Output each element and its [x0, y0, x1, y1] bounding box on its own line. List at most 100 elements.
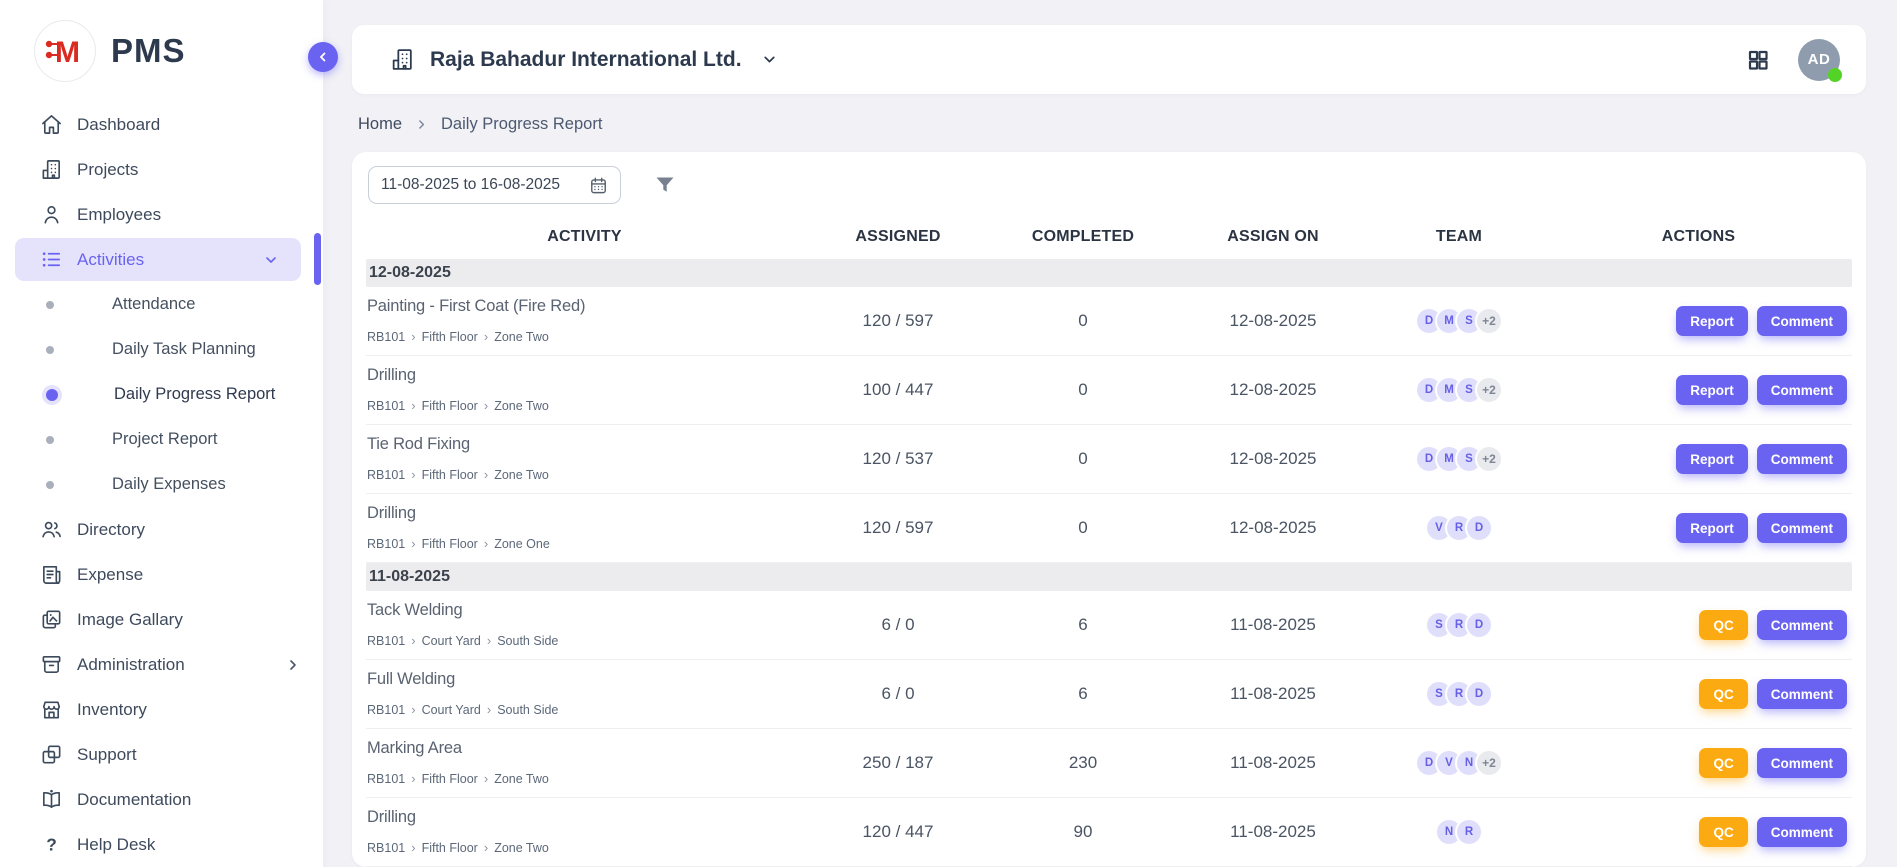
- sidebar-item-administration[interactable]: Administration: [0, 642, 323, 687]
- completed-cell: 0: [993, 518, 1173, 538]
- main-content: Raja Bahadur International Ltd. AD: [324, 0, 1897, 867]
- report-button[interactable]: Report: [1676, 513, 1748, 543]
- team-more-avatar[interactable]: +2: [1475, 445, 1503, 473]
- sidebar-subitem-daily-task-planning[interactable]: Daily Task Planning: [0, 327, 323, 372]
- team-avatar[interactable]: D: [1465, 514, 1493, 542]
- sidebar-item-image-gallary[interactable]: Image Gallary: [0, 597, 323, 642]
- actions-cell: Report Comment: [1545, 375, 1852, 405]
- path-segment: RB101: [367, 399, 405, 413]
- comment-button[interactable]: Comment: [1757, 679, 1847, 709]
- actions-cell: Report Comment: [1545, 513, 1852, 543]
- completed-cell: 0: [993, 311, 1173, 331]
- qc-button[interactable]: QC: [1699, 679, 1747, 709]
- path-segment: RB101: [367, 841, 405, 855]
- company-selector[interactable]: Raja Bahadur International Ltd.: [390, 47, 778, 72]
- sidebar-item-activities[interactable]: Activities: [15, 238, 301, 281]
- team-more-avatar[interactable]: +2: [1475, 749, 1503, 777]
- report-button[interactable]: Report: [1676, 306, 1748, 336]
- table-row: Tack WeldingRB101›Court Yard›South Side6…: [366, 591, 1852, 660]
- path-segment: Zone Two: [494, 468, 549, 482]
- activity-title: Tie Rod Fixing: [367, 435, 803, 454]
- apps-grid-button[interactable]: [1746, 48, 1770, 72]
- comment-button[interactable]: Comment: [1757, 375, 1847, 405]
- activity-title: Full Welding: [367, 670, 803, 689]
- user-avatar[interactable]: AD: [1798, 39, 1840, 81]
- team-cell: NR: [1373, 818, 1545, 846]
- company-name: Raja Bahadur International Ltd.: [430, 48, 742, 72]
- assigned-cell: 6 / 0: [803, 615, 993, 635]
- qc-button[interactable]: QC: [1699, 748, 1747, 778]
- qc-button[interactable]: QC: [1699, 817, 1747, 847]
- sidebar-subitem-daily-progress-report[interactable]: Daily Progress Report: [0, 372, 323, 417]
- assign-on-cell: 12-08-2025: [1173, 518, 1373, 538]
- sidebar-item-label: Activities: [77, 250, 144, 270]
- directory-icon: [40, 518, 63, 541]
- assign-on-cell: 11-08-2025: [1173, 753, 1373, 773]
- path-segment: South Side: [497, 703, 558, 717]
- path-separator-icon: ›: [487, 702, 491, 717]
- sidebar-item-documentation[interactable]: Documentation: [0, 777, 323, 822]
- breadcrumb-home[interactable]: Home: [358, 115, 402, 134]
- sidebar-item-label: Directory: [77, 520, 145, 540]
- comment-button[interactable]: Comment: [1757, 610, 1847, 640]
- report-button[interactable]: Report: [1676, 375, 1748, 405]
- sidebar-item-projects[interactable]: Projects: [0, 147, 323, 192]
- comment-button[interactable]: Comment: [1757, 817, 1847, 847]
- filter-button[interactable]: [653, 173, 677, 197]
- assign-on-cell: 12-08-2025: [1173, 449, 1373, 469]
- support-icon: [40, 743, 63, 766]
- sidebar-item-support[interactable]: Support: [0, 732, 323, 777]
- path-separator-icon: ›: [484, 536, 488, 551]
- comment-button[interactable]: Comment: [1757, 513, 1847, 543]
- team-avatar[interactable]: R: [1455, 818, 1483, 846]
- table-row: Tie Rod FixingRB101›Fifth Floor›Zone Two…: [366, 425, 1852, 494]
- column-header-activity: ACTIVITY: [366, 228, 803, 246]
- team-more-avatar[interactable]: +2: [1475, 307, 1503, 335]
- path-separator-icon: ›: [484, 467, 488, 482]
- path-separator-icon: ›: [484, 840, 488, 855]
- chevron-right-icon: [415, 118, 428, 131]
- assign-on-cell: 11-08-2025: [1173, 615, 1373, 635]
- comment-button[interactable]: Comment: [1757, 306, 1847, 336]
- path-segment: RB101: [367, 703, 405, 717]
- sidebar-item-dashboard[interactable]: Dashboard: [0, 102, 323, 147]
- team-avatar[interactable]: D: [1465, 611, 1493, 639]
- bullet-icon: [46, 346, 54, 354]
- sidebar-subitem-project-report[interactable]: Project Report: [0, 417, 323, 462]
- sidebar-item-help-desk[interactable]: ?Help Desk: [0, 822, 323, 867]
- sidebar-collapse-button[interactable]: [308, 42, 338, 72]
- sidebar-item-label: Administration: [77, 655, 185, 675]
- chevron-down-icon: [263, 252, 279, 268]
- comment-button[interactable]: Comment: [1757, 444, 1847, 474]
- filter-row: 11-08-2025 to 16-08-2025: [368, 166, 1852, 204]
- team-avatar[interactable]: D: [1465, 680, 1493, 708]
- team-more-avatar[interactable]: +2: [1475, 376, 1503, 404]
- sidebar-item-inventory[interactable]: Inventory: [0, 687, 323, 732]
- sidebar-item-directory[interactable]: Directory: [0, 507, 323, 552]
- report-button[interactable]: Report: [1676, 444, 1748, 474]
- svg-text:M: M: [55, 36, 80, 69]
- comment-button[interactable]: Comment: [1757, 748, 1847, 778]
- logo-m-icon: M: [34, 20, 96, 82]
- sidebar-item-label: Image Gallary: [77, 610, 183, 630]
- date-range-input[interactable]: 11-08-2025 to 16-08-2025: [368, 166, 621, 204]
- qc-button[interactable]: QC: [1699, 610, 1747, 640]
- activity-title: Drilling: [367, 504, 803, 523]
- activity-title: Marking Area: [367, 739, 803, 758]
- sidebar: M PMS DashboardProjectsEmployeesActiviti…: [0, 0, 324, 867]
- assigned-cell: 6 / 0: [803, 684, 993, 704]
- sidebar-item-label: Documentation: [77, 790, 191, 810]
- column-header-assigned: ASSIGNED: [803, 228, 993, 246]
- path-separator-icon: ›: [484, 398, 488, 413]
- bullet-icon: [46, 481, 54, 489]
- path-separator-icon: ›: [487, 633, 491, 648]
- sidebar-item-employees[interactable]: Employees: [0, 192, 323, 237]
- assigned-cell: 120 / 597: [803, 311, 993, 331]
- path-separator-icon: ›: [411, 840, 415, 855]
- active-indicator: [314, 233, 321, 285]
- sidebar-subitem-attendance[interactable]: Attendance: [0, 282, 323, 327]
- actions-cell: QC Comment: [1545, 610, 1852, 640]
- sidebar-subitem-daily-expenses[interactable]: Daily Expenses: [0, 462, 323, 507]
- home-icon: [40, 113, 63, 136]
- sidebar-item-expense[interactable]: Expense: [0, 552, 323, 597]
